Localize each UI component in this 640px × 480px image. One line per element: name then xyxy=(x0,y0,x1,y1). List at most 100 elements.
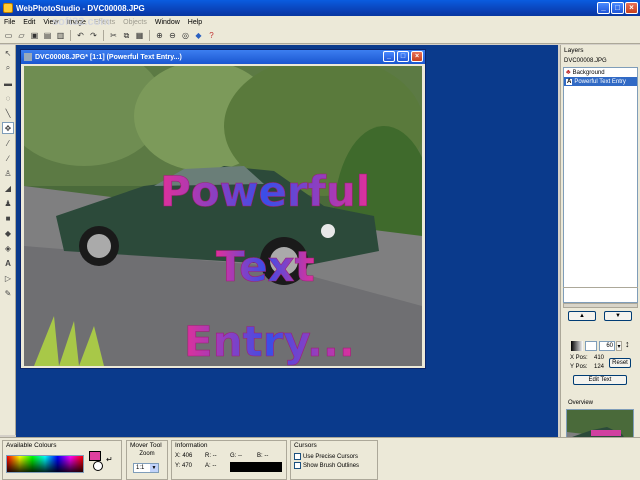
zoom-out-icon[interactable]: ⊖ xyxy=(167,30,178,41)
line-icon[interactable]: ╲ xyxy=(2,107,14,119)
menu-objects[interactable]: Objects xyxy=(119,19,151,26)
doc-minimize-button[interactable]: _ xyxy=(383,51,395,62)
copy-icon[interactable]: ⧉ xyxy=(121,30,132,41)
fit-icon[interactable]: ◎ xyxy=(180,30,191,41)
zoom-icon[interactable]: ⌕ xyxy=(2,62,14,74)
tool-palette: ↖ ⌕ ▬ ◌ ╲ ✥ ⁄ ∕ ♙ ◢ ♟ ■ ◆ ◈ A ▷ ✎ xyxy=(0,45,16,435)
shape-icon[interactable]: ▷ xyxy=(2,272,14,284)
maximize-button[interactable]: □ xyxy=(611,2,624,14)
overlay-text-line-3: Entry... xyxy=(184,317,355,366)
minimize-button[interactable]: _ xyxy=(597,2,610,14)
layers-list[interactable]: ♣ Background A Powerful Text Entry xyxy=(563,67,638,303)
gradient-icon[interactable]: ◈ xyxy=(2,242,14,254)
opacity-swatch[interactable] xyxy=(585,341,597,351)
close-button[interactable]: × xyxy=(625,2,638,14)
image-canvas[interactable]: Powerful Text Entry... xyxy=(24,66,422,366)
save-icon[interactable]: ▣ xyxy=(29,30,40,41)
xpos-label: X Pos: xyxy=(570,355,588,361)
colour-preview xyxy=(230,462,282,472)
menu-edit[interactable]: Edit xyxy=(19,19,39,26)
overlay-text-line-2: Text xyxy=(216,242,315,291)
info-b: B: -- xyxy=(257,453,269,459)
doc-maximize-button[interactable]: □ xyxy=(397,51,409,62)
colours-group: Available Colours ↵ xyxy=(2,440,122,480)
overview-title: Overview xyxy=(568,400,594,406)
menu-file[interactable]: File xyxy=(0,19,19,26)
info-a: A: -- xyxy=(205,463,217,469)
layers-scrollbar[interactable] xyxy=(563,303,638,308)
bucket-icon[interactable]: ◢ xyxy=(2,182,14,194)
brush-outlines-checkbox[interactable] xyxy=(294,462,301,470)
reset-button[interactable]: Reset xyxy=(609,358,631,368)
layers-panel: Layers DVC00008.JPG ♣ Background A Power… xyxy=(560,45,640,461)
doc-close-button[interactable]: × xyxy=(411,51,423,62)
watermark: soft32.com xyxy=(52,16,111,28)
background-colour[interactable] xyxy=(93,461,103,471)
smudge-icon[interactable]: ◆ xyxy=(2,227,14,239)
layer-up-button[interactable]: ▲ xyxy=(568,311,596,321)
clone-icon[interactable]: ♟ xyxy=(2,197,14,209)
layer-down-button[interactable]: ▼ xyxy=(604,311,632,321)
info-r: R: -- xyxy=(205,453,217,459)
info-x: X: 406 xyxy=(175,453,193,459)
move-icon[interactable]: ✥ xyxy=(2,122,14,134)
toolbar: ▭ ▱ ▣ ▤ ▥ ↶ ↷ ✂ ⧉ ▦ ⊕ ⊖ ◎ ◆ ? xyxy=(0,28,640,44)
info-title: Information xyxy=(175,442,208,449)
foreground-colour[interactable] xyxy=(89,451,101,461)
layer-item[interactable]: ♣ Background xyxy=(564,68,637,77)
cut-icon[interactable]: ✂ xyxy=(108,30,119,41)
text-icon[interactable]: A xyxy=(2,257,14,269)
menu-window[interactable]: Window xyxy=(151,19,184,26)
pointer-icon[interactable]: ↖ xyxy=(2,47,14,59)
zoom-select[interactable]: 1:1 ▼ xyxy=(133,463,159,473)
save-as-icon[interactable]: ▤ xyxy=(42,30,53,41)
new-icon[interactable]: ▭ xyxy=(3,30,14,41)
separator xyxy=(149,30,150,41)
brush-outlines-option[interactable]: Show Brush Outlines xyxy=(294,462,374,469)
undo-icon[interactable]: ↶ xyxy=(75,30,86,41)
web-icon[interactable]: ◆ xyxy=(193,30,204,41)
stamp-icon[interactable]: ♙ xyxy=(2,167,14,179)
size-spinner[interactable]: ▾ xyxy=(616,341,622,351)
information-group: Information X: 406 Y: 470 R: -- A: -- G:… xyxy=(171,440,287,480)
zoom-in-icon[interactable]: ⊕ xyxy=(154,30,165,41)
menu-help[interactable]: Help xyxy=(184,19,206,26)
zoom-value: 1:1 xyxy=(136,465,145,471)
pen-icon[interactable]: ✎ xyxy=(2,287,14,299)
precise-cursors-checkbox[interactable] xyxy=(294,453,301,460)
layer-item[interactable]: A Powerful Text Entry xyxy=(564,77,637,86)
document-title-bar: DVC00008.JPG* [1:1] (Powerful Text Entry… xyxy=(21,50,425,64)
gradient-swatch[interactable] xyxy=(571,341,583,351)
cursors-group: Cursors Use Precise Cursors Show Brush O… xyxy=(290,440,378,480)
eraser-icon[interactable]: ▬ xyxy=(2,77,14,89)
open-icon[interactable]: ▱ xyxy=(16,30,27,41)
rect-icon[interactable]: ■ xyxy=(2,212,14,224)
info-g: G: -- xyxy=(230,453,242,459)
precise-cursors-option[interactable]: Use Precise Cursors xyxy=(294,453,374,460)
colour-palette[interactable] xyxy=(6,455,84,473)
document-icon xyxy=(24,53,32,61)
document-title: DVC00008.JPG* [1:1] (Powerful Text Entry… xyxy=(35,53,182,61)
paste-icon[interactable]: ▦ xyxy=(134,30,145,41)
font-size-field[interactable]: 60 xyxy=(599,341,615,351)
colours-title: Available Colours xyxy=(6,442,57,449)
print-icon[interactable]: ▥ xyxy=(55,30,66,41)
redo-icon[interactable]: ↷ xyxy=(88,30,99,41)
layers-file: DVC00008.JPG xyxy=(564,58,607,64)
mover-tool-group: Mover Tool Zoom 1:1 ▼ xyxy=(126,440,168,480)
bottom-bar: Available Colours ↵ Mover Tool Zoom 1:1 … xyxy=(0,437,640,480)
help-icon[interactable]: ? xyxy=(206,30,217,41)
separator xyxy=(103,30,104,41)
height-icon: ↕ xyxy=(625,339,630,349)
info-y: Y: 470 xyxy=(175,463,193,469)
title-bar: WebPhotoStudio - DVC00008.JPG _ □ × xyxy=(0,0,640,16)
chevron-down-icon[interactable]: ▼ xyxy=(150,464,158,472)
lasso-icon[interactable]: ◌ xyxy=(2,92,14,104)
edit-text-button[interactable]: Edit Text xyxy=(573,375,627,385)
brush-icon[interactable]: ∕ xyxy=(2,152,14,164)
swap-colours-icon[interactable]: ↵ xyxy=(106,455,113,464)
cursors-title: Cursors xyxy=(294,442,317,449)
app-icon xyxy=(3,3,13,13)
window-title: WebPhotoStudio - DVC00008.JPG xyxy=(16,3,145,13)
eyedropper-icon[interactable]: ⁄ xyxy=(2,137,14,149)
